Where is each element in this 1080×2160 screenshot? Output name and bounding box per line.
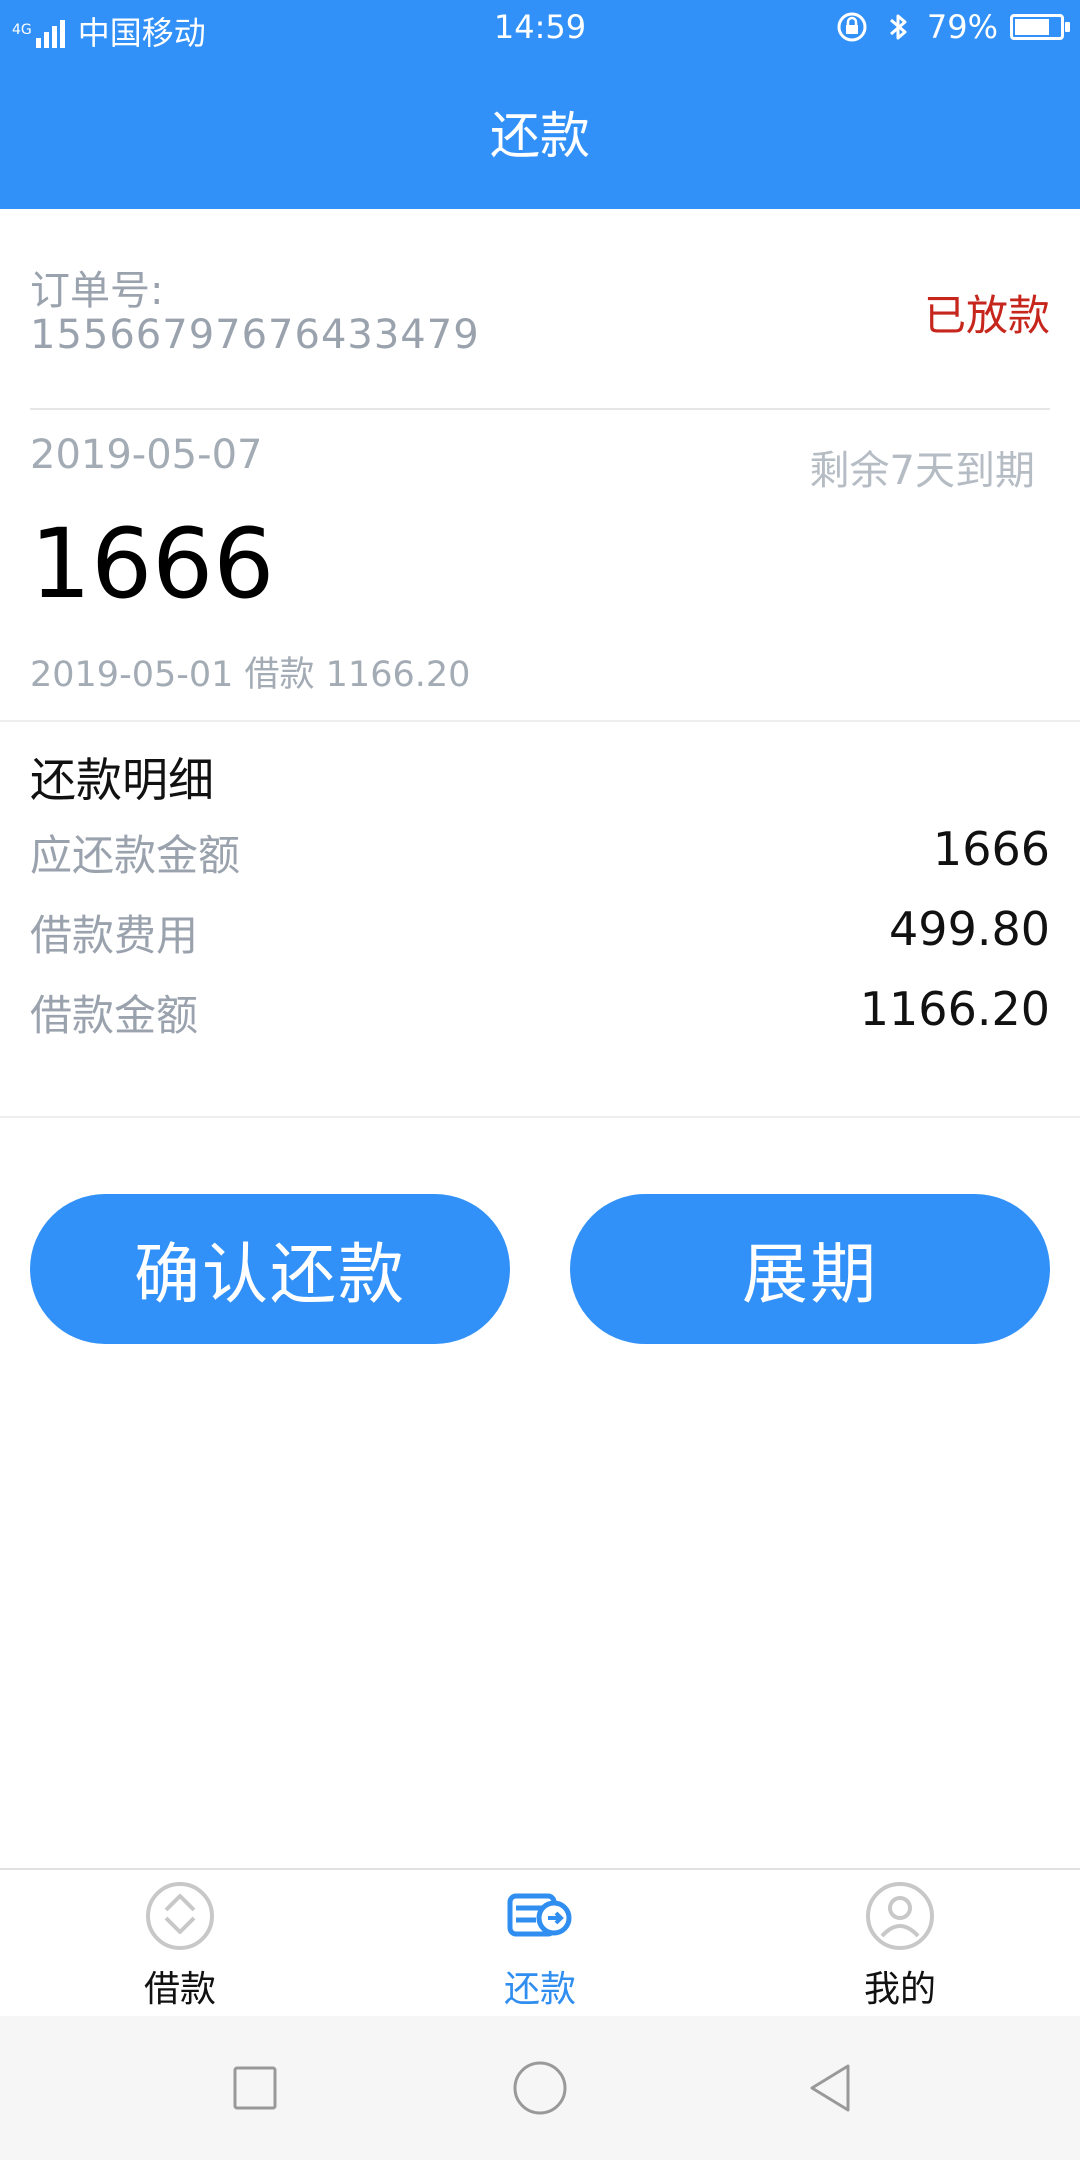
battery-percent: 79% xyxy=(926,8,998,46)
detail-value: 1666 xyxy=(932,822,1050,876)
rotation-lock-icon xyxy=(837,12,867,42)
repay-icon xyxy=(507,1893,572,1937)
detail-row-fee: 借款费用 499.80 xyxy=(30,902,1050,962)
extend-loan-button[interactable]: 展期 xyxy=(570,1194,1050,1344)
order-status-badge: 已放款 xyxy=(923,291,1050,340)
order-number-label: 订单号: xyxy=(30,268,164,314)
detail-value: 499.80 xyxy=(889,902,1050,956)
home-icon[interactable] xyxy=(510,2058,570,2118)
profile-icon xyxy=(866,1882,934,1950)
order-number: 15566797676433479 xyxy=(30,312,480,358)
back-icon[interactable] xyxy=(800,2058,860,2118)
due-date: 2019-05-07 xyxy=(30,432,263,478)
status-bar: 4G 中国移动 14:59 79% xyxy=(0,0,1080,56)
tab-borrow[interactable]: 借款 xyxy=(80,1880,280,2010)
tab-mine[interactable]: 我的 xyxy=(800,1880,1000,2010)
detail-row-loan-amount: 借款金额 1166.20 xyxy=(30,982,1050,1042)
divider xyxy=(30,408,1050,410)
system-nav-bar xyxy=(0,2016,1080,2160)
section-divider xyxy=(0,1116,1080,1118)
status-right: 79% xyxy=(835,8,1070,46)
battery-level xyxy=(1015,19,1049,35)
detail-row-due-amount: 应还款金额 1666 xyxy=(30,822,1050,882)
days-remaining: 剩余7天到期 xyxy=(809,448,1035,494)
loan-info: 2019-05-01 借款 1166.20 xyxy=(30,655,471,695)
detail-label: 借款费用 xyxy=(30,911,199,960)
detail-label: 借款金额 xyxy=(30,991,199,1040)
bottom-tab-bar: 借款 还款 我的 xyxy=(0,1868,1080,2016)
borrow-icon xyxy=(146,1882,214,1950)
page-title: 还款 xyxy=(490,107,590,165)
confirm-repay-button[interactable]: 确认还款 xyxy=(30,1194,510,1344)
tab-label: 借款 xyxy=(143,1969,216,2010)
tab-label: 还款 xyxy=(503,1969,576,2010)
detail-value: 1166.20 xyxy=(859,982,1050,1036)
battery-icon xyxy=(1010,14,1070,40)
bluetooth-icon xyxy=(889,14,907,40)
repay-amount: 1666 xyxy=(30,508,275,620)
section-divider xyxy=(0,720,1080,722)
recent-apps-icon[interactable] xyxy=(225,2058,285,2118)
tab-label: 我的 xyxy=(863,1969,936,2010)
repayment-details-title: 还款明细 xyxy=(30,753,214,807)
app-header: 4G 中国移动 14:59 79% 还款 xyxy=(0,0,1080,209)
detail-label: 应还款金额 xyxy=(30,831,241,880)
tab-repay[interactable]: 还款 xyxy=(440,1880,640,2010)
